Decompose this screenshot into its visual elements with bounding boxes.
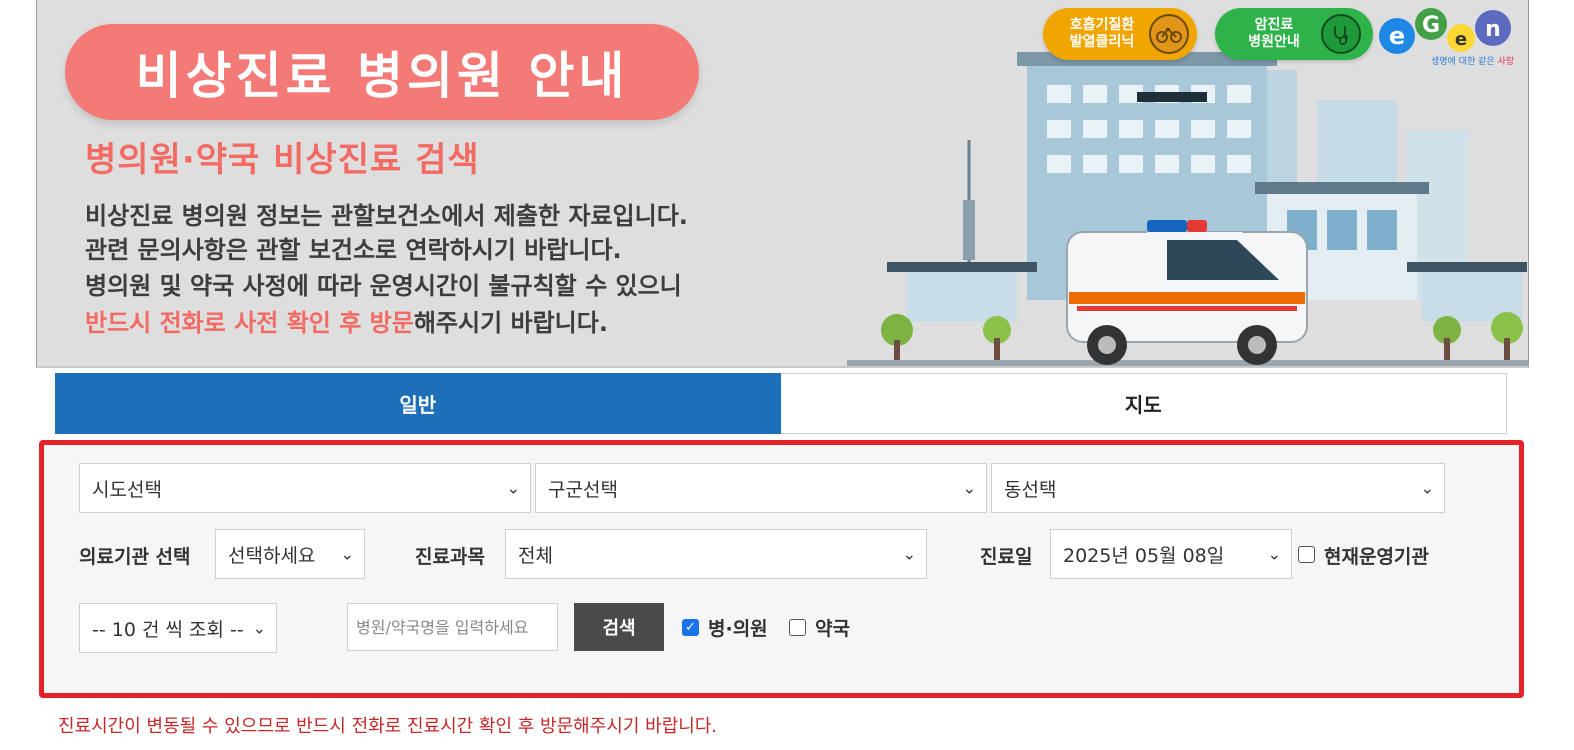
department-select-value: 전체: [518, 544, 553, 567]
hospital-checkbox[interactable]: ✓: [682, 619, 699, 636]
tab-map[interactable]: 지도: [780, 373, 1507, 434]
dong-select[interactable]: 동선택 ⌄: [991, 463, 1445, 513]
department-select[interactable]: 전체 ⌄: [505, 529, 927, 579]
cancer-badge-line-1: 암진료: [1254, 17, 1294, 33]
banner-desc-line-4: 반드시 전화로 사전 확인 후 방문해주시기 바랍니다.: [85, 303, 608, 338]
banner-title: 비상진료 병의원 안내: [135, 47, 629, 105]
open-now-label: 현재운영기관: [1324, 546, 1429, 568]
svg-text:n: n: [1485, 17, 1501, 42]
banner-warning: 반드시 전화로 사전 확인 후 방문: [85, 309, 414, 337]
cancer-badge-line-2: 병원안내: [1248, 34, 1300, 50]
chevron-down-icon: ⌄: [506, 478, 520, 498]
pharmacy-label: 약국: [815, 618, 850, 640]
respiratory-badge-line-1: 호흡기질환: [1069, 17, 1135, 33]
sido-select-value: 시도선택: [92, 478, 162, 501]
banner-title-pill: 비상진료 병의원 안내: [65, 24, 699, 120]
chevron-down-icon: ⌄: [902, 544, 916, 564]
name-search-input[interactable]: [347, 603, 558, 651]
tab-general[interactable]: 일반: [55, 373, 781, 434]
chevron-down-icon: ⌄: [252, 618, 266, 638]
chevron-down-icon: ⌄: [340, 544, 354, 564]
date-select-value: 2025년 05월 08일: [1063, 544, 1225, 567]
view-tabs: 일반 지도: [55, 373, 1507, 434]
institution-label: 의료기관 선택: [79, 546, 191, 568]
cancer-care-badge[interactable]: 암진료 병원안내: [1215, 8, 1373, 60]
dong-select-value: 동선택: [1004, 478, 1057, 501]
svg-text:e: e: [1455, 29, 1467, 50]
page-size-select-value: -- 10 건 씩 조회 --: [92, 618, 244, 641]
chevron-down-icon: ⌄: [1420, 478, 1434, 498]
banner-desc-line-3: 병의원 및 약국 사정에 따라 운영시간이 불규칙할 수 있으니: [85, 272, 682, 300]
svg-text:e: e: [1389, 22, 1405, 50]
banner-subtitle: 병의원·약국 비상진료 검색: [85, 140, 480, 180]
hospital-label: 병·의원: [708, 618, 768, 640]
banner-desc-line-2: 관련 문의사항은 관할 보건소로 연락하시기 바랍니다.: [85, 236, 622, 264]
banner: 비상진료 병의원 안내 병의원·약국 비상진료 검색 비상진료 병의원 정보는 …: [36, 0, 1529, 368]
institution-select-value: 선택하세요: [228, 544, 316, 567]
gugun-select[interactable]: 구군선택 ⌄: [535, 463, 987, 513]
date-label: 진료일: [980, 546, 1033, 568]
institution-select[interactable]: 선택하세요 ⌄: [215, 529, 365, 579]
bicycle-icon: [1149, 14, 1189, 54]
egen-tagline-love: 사랑: [1497, 57, 1515, 67]
search-panel: 시도선택 ⌄ 구군선택 ⌄ 동선택 ⌄ 의료기관 선택 선택하세요 ⌄ 진료과목…: [39, 440, 1524, 698]
date-select[interactable]: 2025년 05월 08일 ⌄: [1050, 529, 1292, 579]
pharmacy-checkbox[interactable]: [789, 619, 806, 636]
visit-notice: 진료시간이 변동될 수 있으므로 반드시 전화로 진료시간 확인 후 방문해주시…: [58, 716, 718, 737]
department-label: 진료과목: [415, 546, 485, 568]
stethoscope-icon: [1321, 14, 1361, 54]
banner-desc-line-4-rest: 해주시기 바랍니다.: [413, 309, 608, 337]
respiratory-badge-line-2: 발열클리닉: [1069, 34, 1135, 50]
chevron-down-icon: ⌄: [962, 478, 976, 498]
gugun-select-value: 구군선택: [548, 478, 618, 501]
open-now-checkbox[interactable]: [1298, 546, 1315, 563]
banner-desc-line-1: 비상진료 병의원 정보는 관할보건소에서 제출한 자료입니다.: [85, 202, 688, 230]
egen-tagline: 생명에 대한 같은 사랑: [1431, 54, 1514, 67]
chevron-down-icon: ⌄: [1267, 544, 1281, 564]
search-button[interactable]: 검색: [574, 603, 664, 651]
page-size-select[interactable]: -- 10 건 씩 조회 -- ⌄: [79, 603, 277, 653]
svg-text:G: G: [1422, 13, 1440, 38]
respiratory-clinic-badge[interactable]: 호흡기질환 발열클리닉: [1043, 8, 1197, 60]
sido-select[interactable]: 시도선택 ⌄: [79, 463, 531, 513]
egen-tagline-text: 생명에 대한 같은: [1431, 57, 1498, 67]
